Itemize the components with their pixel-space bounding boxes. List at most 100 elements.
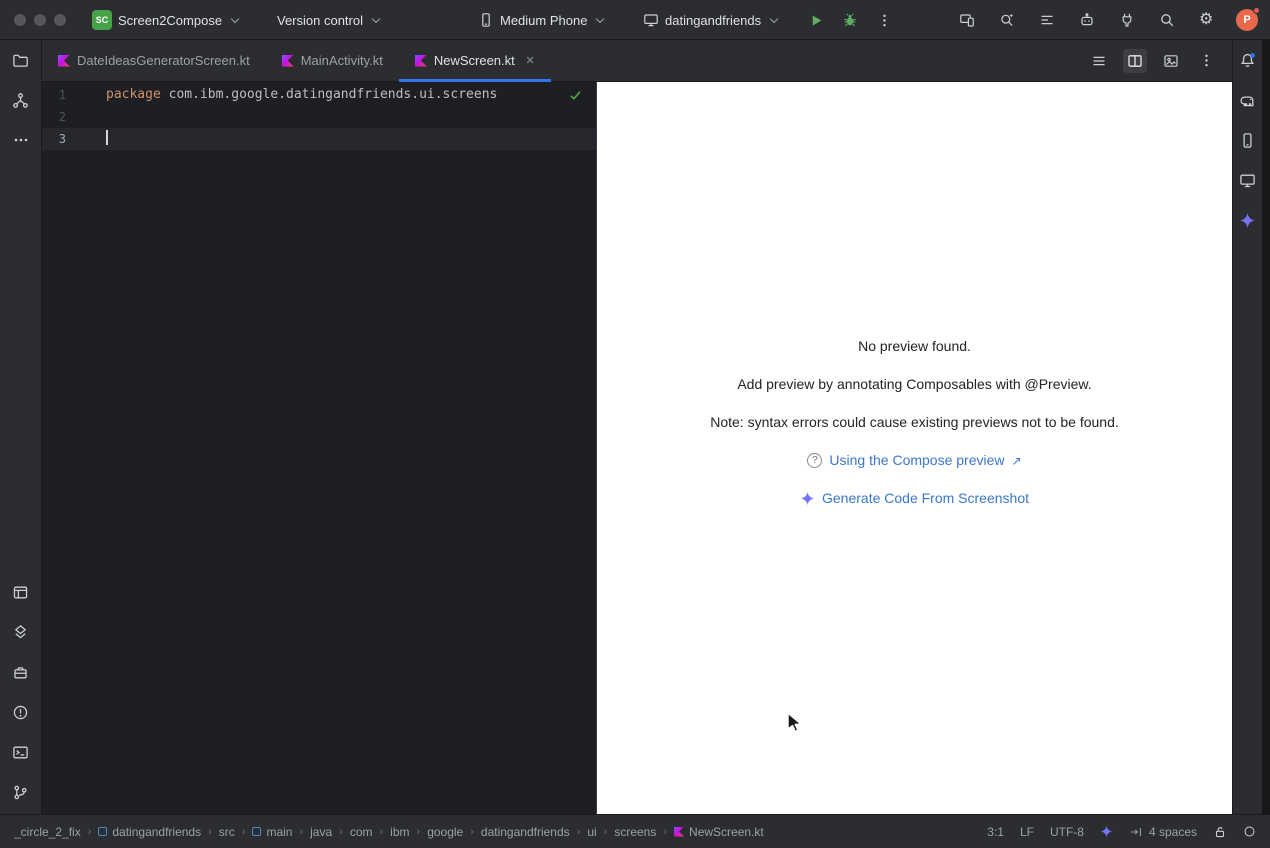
breadcrumb-item[interactable]: com — [350, 825, 373, 839]
app-inspection-icon[interactable] — [8, 659, 34, 685]
search-icon[interactable] — [1159, 12, 1175, 28]
avatar[interactable]: P — [1236, 9, 1258, 31]
breadcrumb-item[interactable]: screens — [614, 825, 656, 839]
project-badge: SC — [92, 10, 112, 30]
split-view-icon[interactable] — [1123, 49, 1147, 73]
device-manager-icon[interactable] — [1235, 127, 1261, 153]
breadcrumb-item[interactable]: _circle_2_fix — [14, 825, 81, 839]
breadcrumb-item[interactable]: ibm — [390, 825, 409, 839]
task-list-icon[interactable] — [1039, 12, 1055, 28]
terminal-icon[interactable] — [8, 739, 34, 765]
text-caret — [106, 130, 108, 145]
gemini-icon[interactable] — [1235, 207, 1261, 233]
inspection-status-widget[interactable] — [569, 89, 582, 102]
caret-position-widget[interactable]: 3:1 — [987, 825, 1004, 839]
statusbar: _circle_2_fix › datingandfriends › src ›… — [0, 814, 1270, 848]
titlebar: SC Screen2Compose Version control Medium… — [0, 0, 1270, 40]
breadcrumb-item[interactable]: datingandfriends — [98, 825, 201, 839]
tab-close-icon[interactable]: × — [526, 53, 535, 68]
tab-label: DateIdeasGeneratorScreen.kt — [77, 53, 250, 68]
code-line-active[interactable]: 3 — [42, 128, 596, 150]
window-controls — [14, 0, 66, 40]
chevron-down-icon — [372, 16, 380, 24]
inspection-check-icon — [569, 89, 582, 102]
breadcrumb-item[interactable]: NewScreen.kt — [674, 825, 764, 839]
structure-icon[interactable] — [8, 87, 34, 113]
window-right-edge — [1262, 40, 1270, 814]
problems-icon[interactable] — [8, 699, 34, 725]
chevron-down-icon — [231, 16, 239, 24]
breadcrumb-item[interactable]: ui — [587, 825, 596, 839]
debug-bug-icon — [842, 12, 858, 28]
compose-preview-docs-link[interactable]: Using the Compose preview — [807, 452, 1021, 469]
code-line[interactable]: 1 package com.ibm.google.datingandfriend… — [42, 84, 596, 106]
more-vertical-icon — [877, 13, 892, 28]
version-control-widget[interactable]: Version control — [277, 0, 380, 40]
ui-designer-icon[interactable] — [8, 579, 34, 605]
run-configuration-label: datingandfriends — [665, 13, 761, 28]
unlocked-icon[interactable] — [1213, 825, 1227, 839]
kotlin-file-icon — [674, 827, 684, 837]
code-text: com.ibm.google.datingandfriends.ui.scree… — [161, 87, 498, 102]
ai-search-icon[interactable] — [999, 12, 1015, 28]
more-actions-button[interactable] — [872, 8, 896, 32]
breadcrumb: _circle_2_fix › datingandfriends › src ›… — [14, 825, 764, 839]
preview-empty-title: No preview found. — [858, 338, 971, 355]
window-minimize-button[interactable] — [34, 14, 46, 26]
right-tool-stripe — [1232, 40, 1262, 814]
breadcrumb-separator-icon: › — [332, 826, 350, 838]
breadcrumb-item[interactable]: java — [310, 825, 332, 839]
help-icon — [807, 453, 822, 468]
status-circle-icon[interactable] — [1243, 825, 1256, 838]
editor-more-icon[interactable] — [1195, 49, 1218, 72]
generate-link-label: Generate Code From Screenshot — [822, 490, 1029, 507]
breadcrumb-item[interactable]: src — [219, 825, 235, 839]
breadcrumb-item[interactable]: google — [427, 825, 463, 839]
assistant-icon[interactable] — [1079, 12, 1095, 28]
generate-code-from-screenshot-link[interactable]: Generate Code From Screenshot — [800, 490, 1029, 507]
code-editor[interactable]: 1 package com.ibm.google.datingandfriend… — [42, 82, 596, 814]
kotlin-file-icon — [58, 55, 70, 67]
running-devices-icon[interactable] — [1235, 167, 1261, 193]
indent-widget[interactable]: 4 spaces — [1129, 825, 1197, 839]
breadcrumb-separator-icon: › — [597, 826, 615, 838]
breadcrumb-item[interactable]: main — [252, 825, 292, 839]
indent-icon — [1129, 825, 1143, 839]
device-mirroring-icon[interactable] — [959, 12, 975, 28]
code-view-icon[interactable] — [1087, 49, 1111, 73]
line-number[interactable]: 1 — [42, 84, 66, 106]
code-keyword: package — [106, 87, 161, 102]
line-number[interactable]: 3 — [42, 128, 66, 150]
more-tool-windows-icon[interactable] — [8, 127, 34, 153]
layers-icon[interactable] — [8, 619, 34, 645]
encoding-widget[interactable]: UTF-8 — [1050, 825, 1084, 839]
code-line[interactable]: 2 — [42, 106, 596, 128]
project-folder-icon[interactable] — [8, 47, 34, 73]
window-zoom-button[interactable] — [54, 14, 66, 26]
window-close-button[interactable] — [14, 14, 26, 26]
project-name: Screen2Compose — [118, 13, 222, 28]
chevron-down-icon — [770, 16, 778, 24]
module-icon — [98, 827, 107, 836]
tab-newscreen[interactable]: NewScreen.kt × — [399, 40, 551, 81]
plug-icon[interactable] — [1119, 12, 1135, 28]
preview-note: Note: syntax errors could cause existing… — [710, 414, 1119, 431]
design-view-icon[interactable] — [1159, 49, 1183, 73]
settings-gear-icon[interactable] — [1199, 12, 1213, 28]
tab-mainactivity[interactable]: MainActivity.kt — [266, 40, 399, 81]
line-number[interactable]: 2 — [42, 106, 66, 128]
compose-preview-panel: No preview found. Add preview by annotat… — [596, 82, 1232, 814]
project-widget[interactable]: SC Screen2Compose — [92, 0, 239, 40]
run-configuration-selector[interactable]: datingandfriends — [643, 0, 778, 40]
gemini-status-icon[interactable] — [1100, 825, 1113, 838]
device-selector[interactable]: Medium Phone — [478, 0, 604, 40]
version-control-icon[interactable] — [8, 779, 34, 805]
notifications-icon[interactable] — [1235, 47, 1261, 73]
gradle-icon[interactable] — [1235, 87, 1261, 113]
run-button[interactable] — [804, 8, 828, 32]
line-ending-widget[interactable]: LF — [1020, 825, 1034, 839]
debug-button[interactable] — [838, 8, 862, 32]
breadcrumb-separator-icon: › — [292, 826, 310, 838]
tab-dateideasgeneratorscreen[interactable]: DateIdeasGeneratorScreen.kt — [42, 40, 266, 81]
breadcrumb-item[interactable]: datingandfriends — [481, 825, 570, 839]
